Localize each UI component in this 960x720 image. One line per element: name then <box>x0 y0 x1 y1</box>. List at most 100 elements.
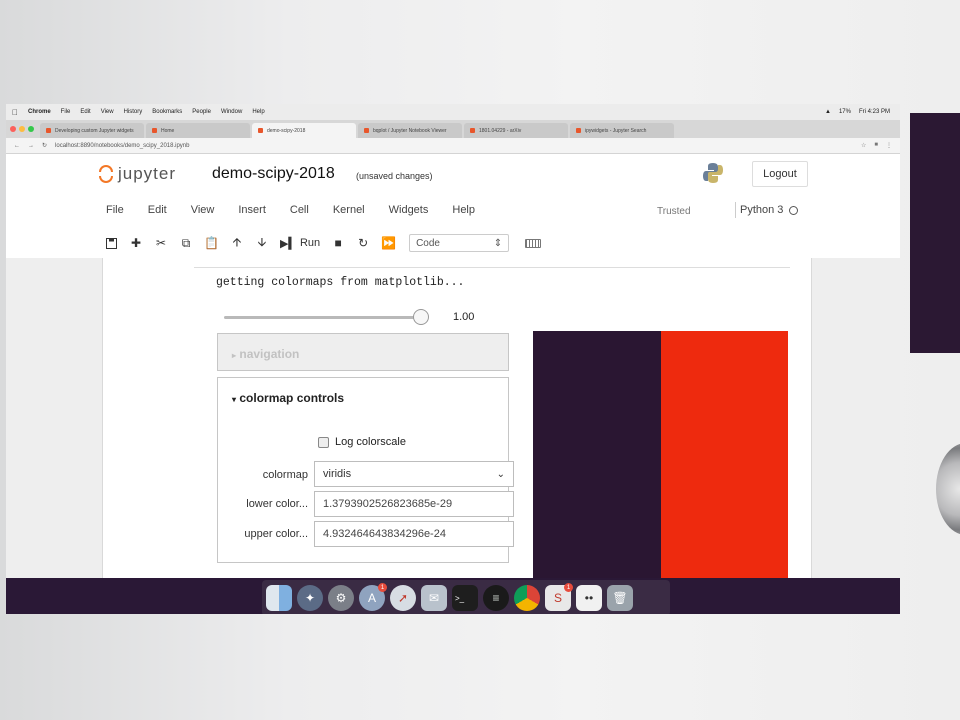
upper-color-input[interactable]: 4.932464643834296e-24 <box>314 521 514 547</box>
menu-cell[interactable]: Cell <box>290 204 309 216</box>
navigation-accordion[interactable]: ▸ navigation <box>217 333 509 371</box>
save-button[interactable] <box>100 233 122 253</box>
menu-edit[interactable]: Edit <box>80 109 90 115</box>
colormap-controls-header[interactable]: ▾ colormap controls <box>232 391 344 405</box>
tab-label: bqplot / Jupyter Notebook Viewer <box>373 127 447 134</box>
menu-people[interactable]: People <box>192 109 211 115</box>
favicon-icon <box>46 128 51 133</box>
bookmark-star-icon[interactable]: ☆ <box>861 142 866 149</box>
restart-button[interactable]: ↻ <box>352 233 374 253</box>
back-icon[interactable]: ← <box>14 143 20 149</box>
kernel-name: Python 3 <box>740 204 784 216</box>
restart-run-all-button[interactable]: ⏩ <box>377 233 400 253</box>
browser-tab[interactable]: Home <box>146 123 250 138</box>
paste-button[interactable]: 📋 <box>200 233 223 253</box>
menu-help[interactable]: Help <box>252 109 264 115</box>
cell-type-value: Code <box>416 237 440 249</box>
menu-edit[interactable]: Edit <box>148 204 167 216</box>
browser-tab[interactable]: 1801.04229 - arXiv <box>464 123 568 138</box>
trash-icon[interactable]: 🗑 <box>607 585 633 611</box>
interrupt-button[interactable]: ■ <box>327 233 349 253</box>
colormap-dropdown[interactable]: viridis ⌄ <box>314 461 514 487</box>
browser-tab[interactable]: ipywidgets - Jupyter Search <box>570 123 674 138</box>
insert-cell-button[interactable]: ✚ <box>125 233 147 253</box>
menu-view[interactable]: View <box>101 109 114 115</box>
move-down-button[interactable]: 🡫 <box>251 233 273 253</box>
extension-icon[interactable]: ■ <box>874 142 878 149</box>
mail-icon[interactable]: ✉ <box>421 585 447 611</box>
cell-type-select[interactable]: Code ⇕ <box>409 234 510 252</box>
battery-percent[interactable]: 17% <box>839 109 851 115</box>
keyboard-icon[interactable] <box>525 238 542 248</box>
browser-tab-bar: Developing custom Jupyter widgets Home d… <box>6 120 900 138</box>
move-up-button[interactable]: 🡩 <box>226 233 248 253</box>
apple-icon[interactable]:  <box>12 108 18 117</box>
jupyter-logo[interactable]: jupyter <box>98 162 176 186</box>
menu-help[interactable]: Help <box>452 204 475 216</box>
log-colorscale-label: Log colorscale <box>335 436 406 448</box>
browser-tab[interactable]: bqplot / Jupyter Notebook Viewer <box>358 123 462 138</box>
favicon-icon <box>364 128 369 133</box>
background-dark-panel <box>910 113 960 353</box>
system-preferences-icon[interactable]: ⚙ <box>328 585 354 611</box>
menu-history[interactable]: History <box>124 109 143 115</box>
paste-icon: 📋 <box>204 236 219 250</box>
caret-right-icon: ▸ <box>232 351 237 360</box>
menu-insert[interactable]: Insert <box>238 204 266 216</box>
files-icon[interactable]: •• <box>576 585 602 611</box>
minimize-window-icon[interactable] <box>19 126 25 132</box>
log-colorscale-checkbox[interactable]: Log colorscale <box>318 436 406 448</box>
finder-icon[interactable] <box>266 585 292 611</box>
menu-window[interactable]: Window <box>221 109 242 115</box>
notebook-name[interactable]: demo-scipy-2018 <box>212 165 335 183</box>
menu-view[interactable]: View <box>191 204 215 216</box>
notebook-menu: File Edit View Insert Cell Kernel Widget… <box>106 204 499 216</box>
menu-bookmarks[interactable]: Bookmarks <box>152 109 182 115</box>
colormap-label: colormap <box>262 469 308 481</box>
checkbox[interactable] <box>318 436 329 448</box>
navigation-title: navigation <box>239 347 300 361</box>
close-window-icon[interactable] <box>10 126 16 132</box>
kernel-indicator[interactable]: Python 3 <box>740 204 799 216</box>
slider-handle[interactable] <box>413 309 429 325</box>
clock[interactable]: Fri 4:23 PM <box>859 109 890 115</box>
spotify-icon[interactable]: ≡ <box>483 585 509 611</box>
copy-icon: ⧉ <box>181 235 191 250</box>
reload-icon[interactable]: ↻ <box>42 142 47 149</box>
slider-value: 1.00 <box>453 311 475 323</box>
menu-app-name[interactable]: Chrome <box>28 109 51 115</box>
terminal-icon[interactable]: >_ <box>452 585 478 611</box>
divider <box>735 202 736 218</box>
slider-track[interactable] <box>224 316 424 319</box>
menu-widgets[interactable]: Widgets <box>389 204 429 216</box>
tab-label: ipywidgets - Jupyter Search <box>585 127 647 134</box>
upper-color-label: upper color... <box>244 528 308 540</box>
status-area: ▲ 17% Fri 4:23 PM <box>825 109 900 115</box>
browser-tab-active[interactable]: demo-scipy-2018 <box>252 123 356 138</box>
favicon-icon <box>576 128 581 133</box>
trusted-indicator[interactable]: Trusted <box>657 206 691 217</box>
run-button[interactable]: ▶▍ Run <box>276 233 324 253</box>
cut-button[interactable]: ✂ <box>150 233 172 253</box>
wifi-icon[interactable]: ▲ <box>825 109 831 115</box>
stop-icon: ■ <box>334 236 342 250</box>
menu-kernel[interactable]: Kernel <box>333 204 365 216</box>
forward-icon[interactable]: → <box>28 143 34 149</box>
lower-color-input[interactable]: 1.3793902526823685e-29 <box>314 491 514 517</box>
app-store-icon[interactable]: A1 <box>359 583 387 611</box>
safari-icon[interactable]: ➚ <box>390 585 416 611</box>
favicon-icon <box>152 128 157 133</box>
menu-file[interactable]: File <box>106 204 124 216</box>
navigation-header[interactable]: ▸ navigation <box>232 347 299 361</box>
copy-button[interactable]: ⧉ <box>175 233 197 253</box>
browser-tab[interactable]: Developing custom Jupyter widgets <box>40 123 144 138</box>
slack-icon[interactable]: S1 <box>545 583 573 611</box>
chrome-icon[interactable] <box>514 585 540 611</box>
maximize-window-icon[interactable] <box>28 126 34 132</box>
floppy-disk-icon <box>105 237 117 249</box>
url-field[interactable]: localhost:8890/notebooks/demo_scipy_2018… <box>55 143 189 149</box>
menu-file[interactable]: File <box>61 109 71 115</box>
browser-menu-icon[interactable]: ⋮ <box>886 142 892 149</box>
launchpad-icon[interactable]: ✦ <box>297 585 323 611</box>
logout-button[interactable]: Logout <box>752 161 808 187</box>
